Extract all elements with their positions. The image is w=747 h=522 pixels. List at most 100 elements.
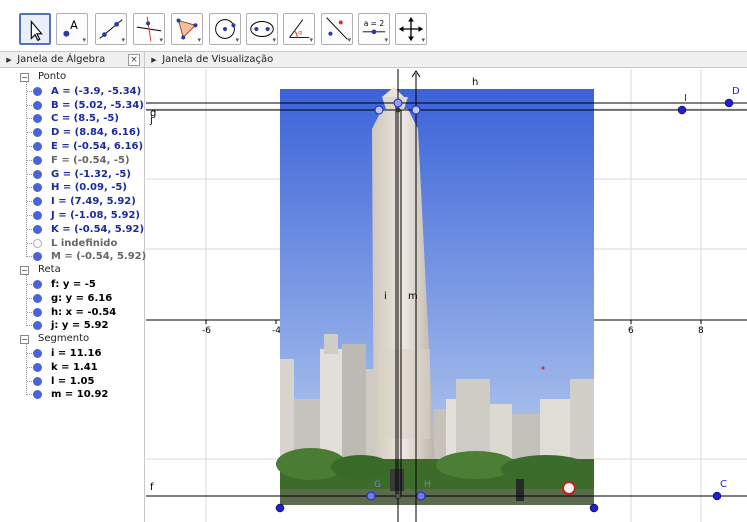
algebra-item[interactable]: l = 1.05 bbox=[27, 375, 145, 388]
point-H[interactable] bbox=[416, 491, 426, 501]
algebra-item[interactable]: E = (-0.54, 6.16) bbox=[27, 140, 145, 153]
reflect-tool[interactable]: ▾ bbox=[321, 13, 353, 45]
algebra-item[interactable]: h: x = -0.54 bbox=[27, 306, 145, 319]
visibility-toggle-icon[interactable] bbox=[33, 100, 42, 110]
algebra-item[interactable]: j: y = 5.92 bbox=[27, 319, 145, 332]
point-F[interactable] bbox=[394, 492, 402, 500]
visibility-toggle-icon[interactable] bbox=[33, 376, 42, 386]
visibility-toggle-icon[interactable] bbox=[33, 293, 42, 303]
visibility-toggle-icon[interactable] bbox=[33, 86, 42, 96]
algebra-item[interactable]: D = (8.84, 6.16) bbox=[27, 126, 145, 139]
algebra-item[interactable]: k = 1.41 bbox=[27, 361, 145, 374]
algebra-item-label: D = (8.84, 6.16) bbox=[51, 127, 141, 139]
visibility-toggle-icon[interactable] bbox=[33, 280, 42, 289]
dropdown-triangle-icon[interactable]: ▾ bbox=[197, 37, 201, 44]
algebra-item-label: j: y = 5.92 bbox=[51, 320, 109, 332]
algebra-item[interactable]: g: y = 6.16 bbox=[27, 292, 145, 305]
label-m: m bbox=[408, 291, 418, 302]
visibility-toggle-icon[interactable] bbox=[33, 238, 42, 248]
visibility-toggle-icon[interactable] bbox=[33, 197, 42, 207]
algebra-item[interactable]: M = (-0.54, 5.92) bbox=[27, 250, 147, 263]
dropdown-triangle-icon[interactable]: ▾ bbox=[235, 37, 239, 44]
visibility-toggle-icon[interactable] bbox=[33, 252, 42, 262]
visibility-toggle-icon[interactable] bbox=[33, 362, 42, 372]
algebra-item[interactable]: I = (7.49, 5.92) bbox=[27, 195, 145, 208]
dropdown-triangle-icon[interactable]: ▾ bbox=[272, 37, 276, 44]
algebra-item[interactable]: F = (-0.54, -5) bbox=[27, 154, 145, 167]
visibility-toggle-icon[interactable] bbox=[33, 224, 42, 234]
visibility-toggle-icon[interactable] bbox=[33, 169, 42, 179]
point-A[interactable] bbox=[275, 503, 285, 513]
collapse-arrow-icon[interactable]: ▶ bbox=[149, 52, 159, 68]
visibility-toggle-icon[interactable] bbox=[33, 321, 42, 331]
close-icon[interactable]: × bbox=[128, 54, 140, 66]
dropdown-triangle-icon[interactable]: ▾ bbox=[82, 37, 86, 44]
algebra-item[interactable]: f: y = -5 bbox=[27, 278, 145, 291]
graphics-view[interactable]: -6 -4 6 8 h g j f i m D I C G H bbox=[146, 69, 747, 522]
point-C[interactable] bbox=[712, 491, 722, 501]
tree-connector bbox=[27, 380, 32, 382]
visibility-toggle-icon[interactable] bbox=[33, 349, 42, 358]
tree-connector bbox=[27, 173, 32, 175]
tree-connector bbox=[26, 344, 27, 396]
group-collapse-toggle[interactable]: − bbox=[20, 73, 29, 82]
slider-tool[interactable]: a = 2 ▾ bbox=[358, 13, 390, 45]
point-M[interactable] bbox=[395, 107, 401, 113]
label-C: C bbox=[720, 479, 727, 490]
perpendicular-line-tool[interactable]: ▾ bbox=[133, 13, 165, 45]
visibility-toggle-icon[interactable] bbox=[33, 307, 42, 317]
move-tool[interactable] bbox=[19, 13, 51, 45]
graphics-canvas[interactable]: -6 -4 6 8 h g j f i m D I C G H bbox=[146, 69, 747, 522]
angle-tool[interactable]: α ▾ bbox=[283, 13, 315, 45]
visibility-toggle-icon[interactable] bbox=[33, 183, 42, 193]
dropdown-triangle-icon[interactable]: ▾ bbox=[421, 37, 425, 44]
polygon-tool[interactable]: ▾ bbox=[171, 13, 203, 45]
visibility-toggle-icon[interactable] bbox=[33, 211, 42, 220]
point-K[interactable] bbox=[411, 105, 421, 115]
visibility-toggle-icon[interactable] bbox=[33, 390, 42, 400]
point-G[interactable] bbox=[366, 491, 376, 501]
algebra-item[interactable]: m = 10.92 bbox=[27, 388, 145, 401]
point-D[interactable] bbox=[724, 98, 734, 108]
point-tool[interactable]: A ▾ bbox=[56, 13, 88, 45]
dropdown-triangle-icon[interactable]: ▾ bbox=[309, 37, 313, 44]
algebra-item[interactable]: G = (-1.32, -5) bbox=[27, 168, 145, 181]
tree-connector bbox=[27, 297, 32, 299]
graphics-view-header[interactable]: ▶ Janela de Visualização bbox=[145, 52, 747, 68]
point-B[interactable] bbox=[589, 503, 599, 513]
algebra-item[interactable]: B = (5.02, -5.34) bbox=[27, 99, 145, 112]
line-tool[interactable]: ▾ bbox=[95, 13, 127, 45]
algebra-item[interactable]: H = (0.09, -5) bbox=[27, 181, 145, 194]
algebra-item[interactable]: L indefinido bbox=[27, 237, 145, 250]
dropdown-triangle-icon[interactable]: ▾ bbox=[347, 37, 351, 44]
algebra-item[interactable]: C = (8.5, -5) bbox=[27, 112, 145, 125]
visibility-toggle-icon[interactable] bbox=[33, 142, 42, 151]
tree-connector bbox=[27, 104, 32, 106]
algebra-item[interactable]: J = (-1.08, 5.92) bbox=[27, 209, 145, 222]
visibility-toggle-icon[interactable] bbox=[33, 128, 42, 138]
algebra-item[interactable]: i = 11.16 bbox=[27, 347, 145, 360]
move-graphics-view-tool[interactable]: ▾ bbox=[395, 13, 427, 45]
point-E[interactable] bbox=[393, 98, 403, 108]
graphics-view-title: Janela de Visualização bbox=[162, 54, 274, 65]
circle-tool[interactable]: ▾ bbox=[209, 13, 241, 45]
algebra-item[interactable]: K = (-0.54, 5.92) bbox=[27, 223, 145, 236]
visibility-toggle-icon[interactable] bbox=[33, 114, 42, 124]
group-collapse-toggle[interactable]: − bbox=[20, 335, 29, 345]
algebra-view-header[interactable]: ▶ Janela de Álgebra × bbox=[0, 52, 145, 68]
visibility-toggle-icon[interactable] bbox=[33, 155, 42, 165]
algebra-item-label: H = (0.09, -5) bbox=[51, 182, 127, 194]
point-I[interactable] bbox=[677, 105, 687, 115]
dropdown-triangle-icon[interactable]: ▾ bbox=[121, 37, 125, 44]
algebra-item-label: g: y = 6.16 bbox=[51, 292, 113, 304]
conic-tool[interactable]: ▾ bbox=[246, 13, 278, 45]
algebra-item[interactable]: A = (-3.9, -5.34) bbox=[27, 85, 145, 98]
dropdown-triangle-icon[interactable]: ▾ bbox=[384, 37, 388, 44]
algebra-item-label: M = (-0.54, 5.92) bbox=[51, 251, 147, 263]
obelisk-photo[interactable] bbox=[276, 87, 594, 505]
algebra-item-label: L indefinido bbox=[51, 237, 118, 249]
dropdown-triangle-icon[interactable]: ▾ bbox=[159, 37, 163, 44]
point-J[interactable] bbox=[374, 105, 384, 115]
group-collapse-toggle[interactable]: − bbox=[20, 266, 29, 276]
collapse-arrow-icon[interactable]: ▶ bbox=[4, 52, 14, 68]
